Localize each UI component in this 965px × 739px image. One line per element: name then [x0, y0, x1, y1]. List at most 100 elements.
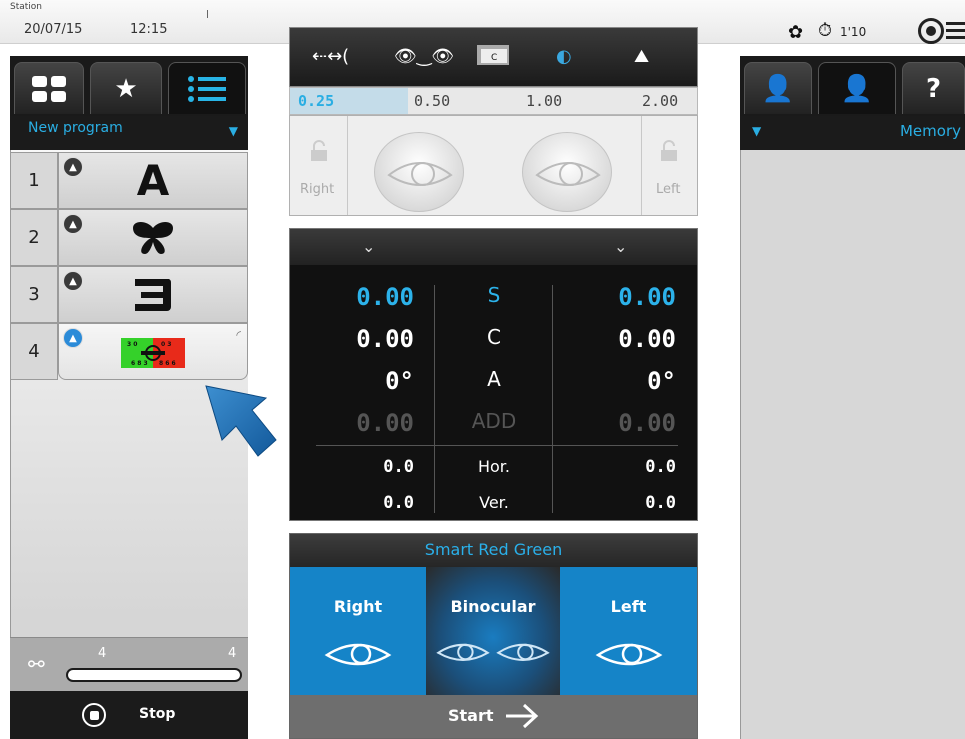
- program-row-1[interactable]: 1 ▲ A: [10, 152, 248, 209]
- grid-view-tab[interactable]: [14, 62, 84, 114]
- lock-icon: [661, 140, 677, 161]
- eye-icon: [560, 639, 697, 669]
- row-number: 3: [10, 266, 58, 323]
- card-c-icon[interactable]: C: [476, 44, 510, 71]
- right-axis-value[interactable]: 0°: [304, 367, 414, 395]
- refraction-panel: ⌄ ⌄ 0.00 S 0.00 0.00 C 0.00 0° A 0° 0.00…: [289, 228, 698, 521]
- program-row-4[interactable]: 4 ▲ 3 0 0 3 6 8 3 8 6 6 ◜: [10, 323, 248, 380]
- stopwatch-icon: ⏱: [818, 20, 833, 41]
- svg-text:C: C: [491, 53, 497, 63]
- time-display: 12:15: [130, 22, 168, 37]
- right-cylinder-value[interactable]: 0.00: [304, 325, 414, 353]
- svg-text:0 3: 0 3: [161, 341, 171, 348]
- left-add-value[interactable]: 0.00: [566, 409, 676, 437]
- star-icon: ★: [114, 73, 138, 104]
- counter-progress-bar[interactable]: [66, 668, 242, 682]
- start-label: Start: [448, 706, 494, 725]
- caret-down-icon: ▼: [752, 124, 762, 138]
- svg-text:6 8 3: 6 8 3: [131, 360, 148, 367]
- link-icon[interactable]: ⚯: [28, 652, 45, 676]
- memory-label: Memory: [899, 122, 961, 140]
- memory-selector[interactable]: ▼ Memory: [740, 116, 965, 150]
- favorites-tab[interactable]: ★: [90, 62, 162, 114]
- list-view-tab[interactable]: [168, 62, 246, 114]
- lock-icon: [311, 140, 327, 161]
- row-number: 1: [10, 152, 58, 209]
- row-number: 2: [10, 209, 58, 266]
- left-sphere-value[interactable]: 0.00: [566, 283, 676, 311]
- date-display: 20/07/15: [24, 22, 83, 37]
- mountain-icon: ▲: [63, 271, 83, 291]
- counter-current: 4: [98, 646, 107, 661]
- program-row-2[interactable]: 2 ▲: [10, 209, 248, 266]
- scale-value-2[interactable]: 0.50: [414, 92, 450, 110]
- patient-history-icon: 👤: [840, 73, 874, 104]
- binocular-button[interactable]: Binocular: [426, 567, 560, 695]
- left-eye-icon[interactable]: [522, 132, 612, 212]
- left-lock-button[interactable]: Left: [641, 116, 697, 215]
- stop-icon: [82, 703, 106, 727]
- program-selector-label: New program: [28, 120, 123, 136]
- target-cell[interactable]: ▲ A: [58, 152, 248, 209]
- menu-icon[interactable]: [946, 22, 965, 43]
- scale-value-1[interactable]: 0.25: [298, 92, 334, 110]
- divider: [552, 285, 553, 513]
- eye-convergence-icon[interactable]: 👁‿👁: [394, 46, 454, 67]
- scale-value-3[interactable]: 1.00: [526, 92, 562, 110]
- connection-status-icon[interactable]: [918, 18, 944, 44]
- target-cell-selected[interactable]: ▲ 3 0 0 3 6 8 3 8 6 6 ◜: [58, 323, 248, 380]
- left-eye-button[interactable]: Left: [560, 567, 697, 695]
- patient-tabs: 👤 👤 ?: [740, 56, 965, 116]
- eyes-panel: Right Left: [289, 115, 698, 216]
- divider: [207, 10, 208, 18]
- right-sphere-value[interactable]: 0.00: [304, 283, 414, 311]
- divider: [316, 445, 678, 446]
- pointer-arrow-icon: [205, 385, 277, 457]
- left-horizontal-prism-value[interactable]: 0.0: [566, 457, 676, 477]
- right-horizontal-prism-value[interactable]: 0.0: [304, 457, 414, 477]
- right-chevron-down-icon[interactable]: ⌄: [362, 237, 375, 256]
- left-axis-value[interactable]: 0°: [566, 367, 676, 395]
- axis-label: A: [487, 367, 501, 391]
- vertical-label: Ver.: [479, 493, 509, 512]
- svg-text:8 6 6: 8 6 6: [159, 360, 176, 367]
- scale-value-4[interactable]: 2.00: [642, 92, 678, 110]
- start-button[interactable]: Start: [290, 695, 697, 738]
- patient-record-tab[interactable]: 👤: [744, 62, 812, 114]
- cylinder-label: C: [487, 325, 501, 349]
- refraction-header: ⌄ ⌄: [290, 229, 697, 265]
- left-chevron-down-icon[interactable]: ⌄: [614, 237, 627, 256]
- right-eye-icon[interactable]: [374, 132, 464, 212]
- left-cylinder-value[interactable]: 0.00: [566, 325, 676, 353]
- binocular-button-label: Binocular: [450, 597, 536, 616]
- target-cell[interactable]: ▲: [58, 209, 248, 266]
- near-distance-icon[interactable]: ⇠↔(: [312, 46, 349, 67]
- acuity-scale: 0.25 0.50 1.00 2.00: [289, 87, 698, 115]
- program-row-3[interactable]: 3 ▲: [10, 266, 248, 323]
- landscape-icon[interactable]: ⛰: [634, 46, 649, 67]
- memory-panel: [740, 150, 965, 739]
- right-eye-button[interactable]: Right: [290, 567, 426, 695]
- counter-bar: ⚯ 4 4: [10, 637, 248, 691]
- stop-button[interactable]: Stop: [10, 691, 248, 739]
- mountain-icon: ▲: [63, 214, 83, 234]
- add-label: ADD: [471, 409, 517, 433]
- target-cell[interactable]: ▲: [58, 266, 248, 323]
- eye-icon: [290, 639, 426, 669]
- grid-icon: [32, 75, 66, 102]
- aperture-icon[interactable]: ◐: [556, 46, 572, 67]
- right-add-value[interactable]: 0.00: [304, 409, 414, 437]
- help-tab[interactable]: ?: [902, 62, 965, 114]
- program-selector[interactable]: New program ▼: [10, 116, 248, 150]
- help-icon: ?: [925, 73, 942, 104]
- test-title: Smart Red Green: [290, 534, 697, 567]
- left-vertical-prism-value[interactable]: 0.0: [566, 493, 676, 513]
- program-tabs: ★: [10, 56, 248, 116]
- right-lock-button[interactable]: Right: [290, 116, 348, 215]
- patient-history-tab[interactable]: 👤: [818, 62, 896, 114]
- gear-icon[interactable]: ✿: [788, 22, 803, 43]
- right-vertical-prism-value[interactable]: 0.0: [304, 493, 414, 513]
- list-icon: [188, 75, 226, 102]
- caret-down-icon: ▼: [228, 124, 238, 138]
- svg-text:3 0: 3 0: [127, 341, 137, 348]
